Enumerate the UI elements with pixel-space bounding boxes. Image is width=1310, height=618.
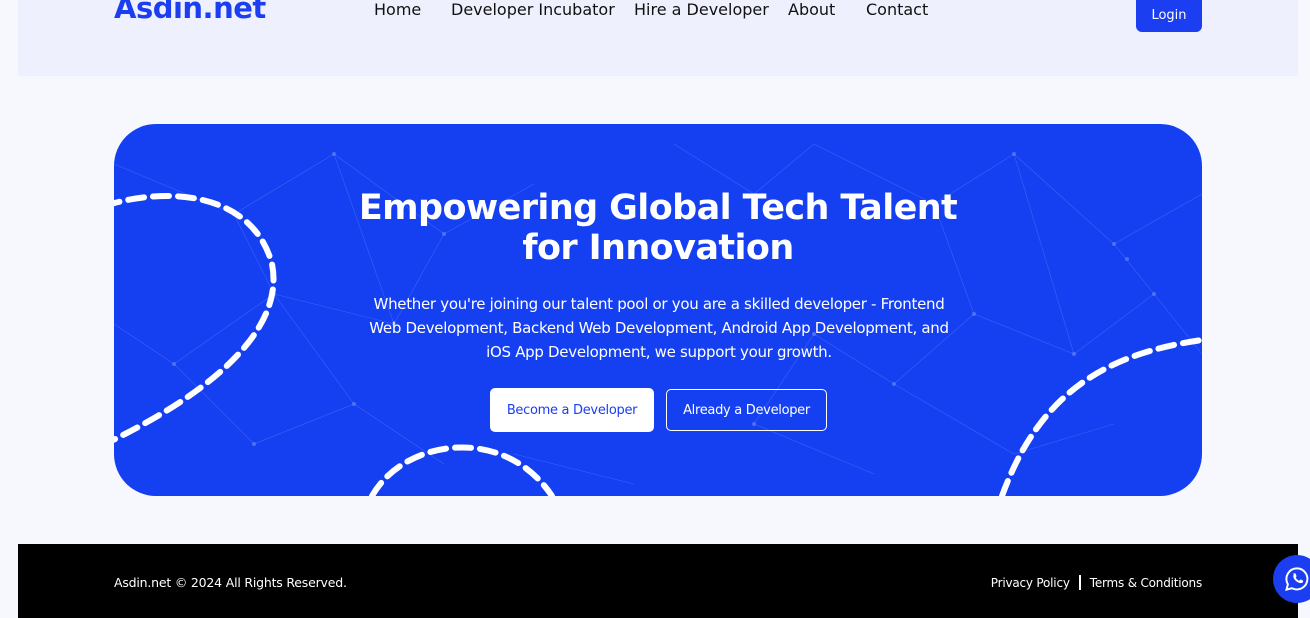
hero-title: Empowering Global Tech Talent for Innova… bbox=[114, 188, 1202, 268]
terms-conditions-link[interactable]: Terms & Conditions bbox=[1090, 576, 1202, 590]
site-logo[interactable]: Asdin.net bbox=[114, 0, 266, 25]
nav-home[interactable]: Home bbox=[374, 0, 421, 19]
login-button[interactable]: Login bbox=[1136, 0, 1202, 32]
site-footer: Asdin.net © 2024 All Rights Reserved. Pr… bbox=[18, 544, 1298, 618]
hero-title-line2: for Innovation bbox=[522, 228, 794, 268]
whatsapp-icon bbox=[1285, 567, 1309, 591]
become-developer-button[interactable]: Become a Developer bbox=[490, 388, 654, 432]
hero-subtitle: Whether you're joining our talent pool o… bbox=[369, 295, 949, 361]
hero-banner: Empowering Global Tech Talent for Innova… bbox=[114, 124, 1202, 496]
already-developer-button[interactable]: Already a Developer bbox=[666, 389, 827, 431]
hero-title-line1: Empowering Global Tech Talent bbox=[358, 188, 958, 228]
nav-developer-incubator[interactable]: Developer Incubator bbox=[451, 0, 615, 19]
privacy-policy-link[interactable]: Privacy Policy bbox=[991, 576, 1070, 590]
copyright-text: Asdin.net © 2024 All Rights Reserved. bbox=[114, 575, 347, 590]
nav-contact[interactable]: Contact bbox=[866, 0, 928, 19]
footer-divider bbox=[1078, 575, 1081, 590]
nav-hire-a-developer[interactable]: Hire a Developer bbox=[634, 0, 769, 19]
nav-about[interactable]: About bbox=[788, 0, 835, 19]
footer-links: Privacy Policy Terms & Conditions bbox=[991, 575, 1202, 590]
